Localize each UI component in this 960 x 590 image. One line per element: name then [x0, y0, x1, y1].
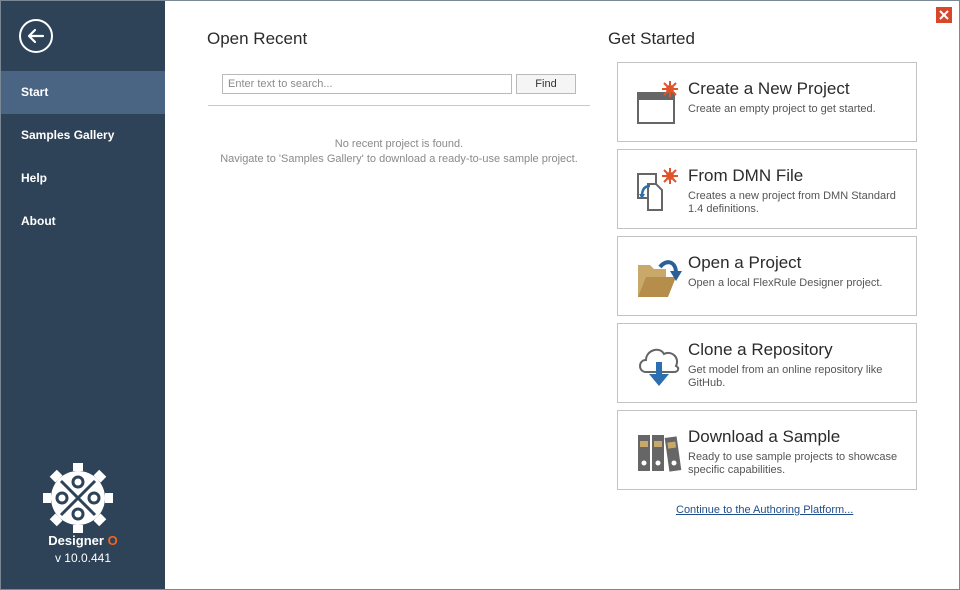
sidebar-item-start[interactable]: Start: [1, 71, 165, 114]
card-description: Ready to use sample projects to showcase…: [688, 451, 898, 476]
open-a-project-card[interactable]: Open a Project Open a local FlexRule Des…: [617, 236, 917, 316]
card-description: Open a local FlexRule Designer project.: [688, 277, 883, 289]
empty-message: No recent project is found.: [334, 138, 464, 150]
card-description: Create an empty project to get started.: [688, 103, 876, 115]
download-a-sample-card[interactable]: Download a Sample Ready to use sample pr…: [617, 410, 917, 490]
get-started-title: Get Started: [608, 29, 695, 48]
card-description: Creates a new project from DMN Standard …: [688, 190, 896, 215]
card-title: Clone a Repository: [688, 340, 833, 359]
sidebar-nav: Start Samples Gallery Help About: [1, 71, 165, 243]
search-input[interactable]: [222, 74, 512, 94]
close-icon: [939, 10, 949, 20]
arrow-left-icon: [27, 28, 45, 44]
sidebar-item-samples-gallery[interactable]: Samples Gallery: [1, 114, 165, 157]
create-new-project-card[interactable]: Create a New Project Create an empty pro…: [617, 62, 917, 142]
card-title: From DMN File: [688, 166, 804, 185]
open-folder-icon: [638, 260, 682, 297]
binders-icon: [638, 435, 682, 472]
dmn-file-icon: [637, 168, 678, 211]
cloud-download-icon: [639, 348, 680, 386]
start-window: Start Samples Gallery Help About Designe…: [0, 0, 960, 590]
back-button[interactable]: [19, 19, 53, 53]
designer-logo-icon: [43, 463, 113, 533]
version-label: v 10.0.441: [54, 551, 112, 565]
open-recent-title: Open Recent: [207, 29, 308, 48]
card-title: Download a Sample: [688, 427, 841, 446]
sidebar-item-about[interactable]: About: [1, 200, 165, 243]
empty-hint: Navigate to 'Samples Gallery' to downloa…: [220, 153, 578, 165]
brand-name: Designer O: [48, 533, 118, 548]
divider: [208, 105, 590, 106]
close-button[interactable]: [936, 7, 952, 23]
find-button[interactable]: Find: [516, 74, 576, 94]
from-dmn-file-card[interactable]: From DMN File Creates a new project from…: [617, 149, 917, 229]
sidebar-item-help[interactable]: Help: [1, 157, 165, 200]
card-title: Create a New Project: [688, 79, 850, 98]
card-description: Get model from an online repository like…: [688, 364, 883, 389]
card-title: Open a Project: [688, 253, 802, 272]
sidebar: Start Samples Gallery Help About Designe…: [1, 1, 165, 589]
continue-to-authoring-platform-link[interactable]: Continue to the Authoring Platform...: [676, 504, 853, 516]
new-project-icon: [637, 81, 678, 124]
clone-a-repository-card[interactable]: Clone a Repository Get model from an onl…: [617, 323, 917, 403]
